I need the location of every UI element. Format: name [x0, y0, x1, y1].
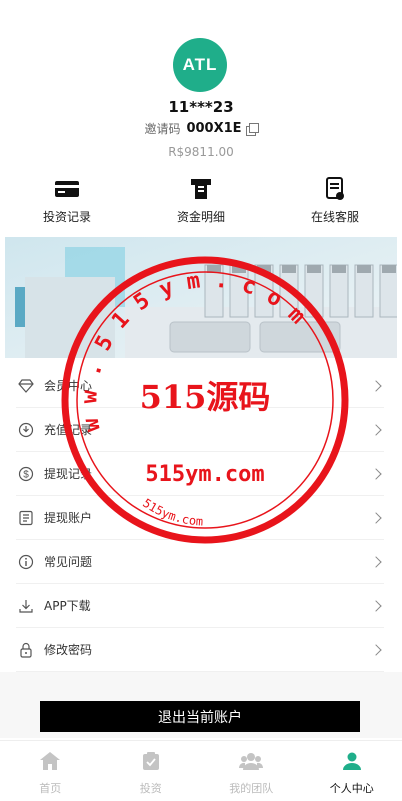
- username: 11***23: [168, 98, 234, 116]
- menu-item-member-center[interactable]: 会员中心: [16, 364, 384, 408]
- menu-item-recharge-records[interactable]: 充值记录: [16, 408, 384, 452]
- dollar-coin-icon: $: [16, 464, 36, 484]
- chevron-right-icon: [370, 423, 382, 436]
- menu-label: 充值记录: [44, 423, 93, 437]
- download-icon: [16, 596, 36, 616]
- menu-item-change-password[interactable]: 修改密码: [16, 628, 384, 672]
- chevron-right-icon: [370, 379, 382, 392]
- menu-label: 提现记录: [44, 467, 93, 481]
- balance: R$9811.00: [168, 145, 234, 159]
- menu-item-app-download[interactable]: APP下载: [16, 584, 384, 628]
- info-icon: [16, 552, 36, 572]
- menu-label: 会员中心: [44, 379, 93, 393]
- logout-button[interactable]: 退出当前账户: [40, 701, 360, 732]
- quick-investment-records[interactable]: 投资记录: [0, 176, 134, 232]
- clipboard-icon: [141, 751, 161, 775]
- promo-banner[interactable]: [5, 237, 397, 358]
- receipt-printer-icon: [190, 176, 212, 202]
- lock-icon: [16, 640, 36, 660]
- tab-label: 投资: [139, 782, 162, 795]
- menu-label: 提现账户: [44, 511, 93, 525]
- chevron-right-icon: [370, 511, 382, 524]
- quick-online-service[interactable]: 在线客服: [268, 176, 402, 232]
- avatar[interactable]: ATL: [173, 38, 227, 92]
- menu-label: 常见问题: [44, 555, 93, 569]
- menu-item-withdraw-records[interactable]: $ 提现记录: [16, 452, 384, 496]
- menu-item-withdraw-account[interactable]: 提现账户: [16, 496, 384, 540]
- team-icon: [239, 751, 264, 775]
- tab-label: 我的团队: [229, 782, 274, 795]
- tab-home[interactable]: 首页: [0, 741, 101, 801]
- card-icon: [54, 176, 80, 202]
- quick-label: 在线客服: [310, 210, 359, 224]
- diamond-icon: [16, 376, 36, 396]
- chevron-right-icon: [370, 467, 382, 480]
- tab-label: 首页: [39, 782, 62, 795]
- settings-menu: 会员中心 充值记录 $ 提现记录 提现账户 常见问题 APP下载 修改密码: [0, 364, 402, 672]
- menu-label: 修改密码: [44, 643, 93, 657]
- chevron-right-icon: [370, 599, 382, 612]
- quick-label: 资金明细: [176, 210, 225, 224]
- menu-item-faq[interactable]: 常见问题: [16, 540, 384, 584]
- profile-header: ATL 11***23 邀请码 000X1E R$9811.00 投资记录 资金…: [0, 0, 402, 236]
- quick-fund-details[interactable]: 资金明细: [134, 176, 268, 232]
- invite-label: 邀请码: [144, 122, 181, 136]
- tab-invest[interactable]: 投资: [101, 741, 202, 801]
- quick-actions: 投资记录 资金明细 在线客服: [0, 176, 402, 232]
- tab-personal-center[interactable]: 个人中心: [302, 741, 402, 801]
- invite-row: 邀请码 000X1E: [0, 120, 402, 137]
- svg-text:$: $: [23, 469, 29, 480]
- recharge-icon: [16, 420, 36, 440]
- tab-my-team[interactable]: 我的团队: [201, 741, 302, 801]
- chevron-right-icon: [370, 555, 382, 568]
- document-service-icon: [325, 176, 345, 202]
- quick-label: 投资记录: [42, 210, 91, 224]
- home-icon: [39, 751, 61, 775]
- chevron-right-icon: [370, 643, 382, 656]
- user-icon: [342, 751, 362, 775]
- copy-icon[interactable]: [245, 122, 259, 136]
- menu-label: APP下载: [44, 599, 91, 613]
- tab-label: 个人中心: [329, 782, 374, 795]
- account-list-icon: [16, 508, 36, 528]
- invite-code: 000X1E: [186, 121, 242, 136]
- bottom-tab-bar: 首页 投资 我的团队 个人中心: [0, 740, 402, 801]
